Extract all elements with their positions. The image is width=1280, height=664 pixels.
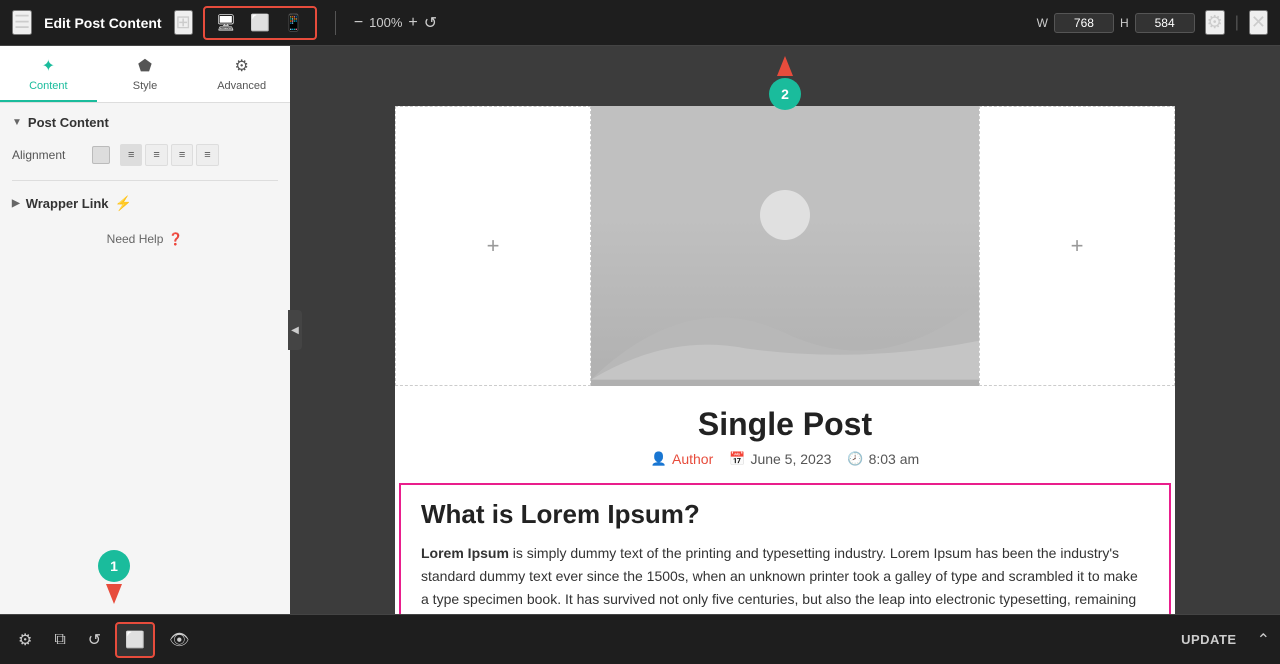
image-col-right[interactable]: + xyxy=(979,106,1175,386)
section-divider xyxy=(12,180,278,181)
post-body-title: What is Lorem Ipsum? xyxy=(421,485,1149,530)
close-button[interactable]: ✕ xyxy=(1249,10,1268,35)
history-button[interactable]: ↺ xyxy=(80,624,109,656)
divider xyxy=(335,11,336,35)
date-text: June 5, 2023 xyxy=(750,451,831,467)
sidebar-tabs: ✦ Content ⬟ Style ⚙ Advanced xyxy=(0,46,290,103)
image-col-main xyxy=(591,106,979,386)
desktop-view-button[interactable]: 🖥 xyxy=(211,11,241,35)
lorem-ipsum-bold: Lorem Ipsum xyxy=(421,545,509,561)
style-tab-label: Style xyxy=(133,80,157,92)
mobile-view-button[interactable]: 📱 xyxy=(279,11,309,35)
top-bar-right: W H ⚙ | ✕ xyxy=(1037,10,1268,35)
top-bar: ☰ Edit Post Content ⊞ 🖥 ⬜ 📱 − 100% + ↺ W… xyxy=(0,0,1280,46)
wrapper-link-label: Wrapper Link xyxy=(26,196,109,211)
align-justify-button[interactable]: ≡ xyxy=(196,144,218,166)
main-layout: ✦ Content ⬟ Style ⚙ Advanced ▼ Post Cont… xyxy=(0,46,1280,614)
wrapper-arrow-icon: ▶ xyxy=(12,198,20,209)
alignment-label: Alignment xyxy=(12,148,82,162)
dynamic-link-icon: ⚡ xyxy=(115,195,132,212)
zoom-out-button[interactable]: − xyxy=(354,14,363,32)
tab-advanced[interactable]: ⚙ Advanced xyxy=(193,46,290,102)
time-icon: 🕗 xyxy=(847,451,863,467)
dimensions-inputs: W H xyxy=(1037,13,1195,33)
post-content-section-header[interactable]: ▼ Post Content xyxy=(12,115,278,130)
advanced-tab-label: Advanced xyxy=(217,80,266,92)
grid-icon-button[interactable]: ⊞ xyxy=(174,10,193,35)
image-row: + + xyxy=(395,106,1175,386)
bottom-toolbar: ⚙ ⧉ ↺ ⬜ 👁 UPDATE ⌃ xyxy=(0,614,1280,664)
sidebar: ✦ Content ⬟ Style ⚙ Advanced ▼ Post Cont… xyxy=(0,46,290,614)
sidebar-content: ▼ Post Content Alignment ≡ ≡ ≡ ≡ ▶ Wrapp… xyxy=(0,103,290,614)
chevron-up-button[interactable]: ⌃ xyxy=(1257,630,1270,650)
eye-button[interactable]: 👁 xyxy=(161,624,197,656)
zoom-controls: − 100% + ↺ xyxy=(354,13,437,33)
width-input[interactable] xyxy=(1054,13,1114,33)
width-label: W xyxy=(1037,16,1048,30)
wrapper-link-row[interactable]: ▶ Wrapper Link ⚡ xyxy=(12,195,278,212)
undo-button[interactable]: ↺ xyxy=(424,13,437,33)
layers-button[interactable]: ⧉ xyxy=(46,625,73,655)
alignment-buttons: ≡ ≡ ≡ ≡ xyxy=(120,144,219,166)
device-switcher: 🖥 ⬜ 📱 xyxy=(203,6,317,40)
align-center-button[interactable]: ≡ xyxy=(145,144,167,166)
tab-content[interactable]: ✦ Content xyxy=(0,46,97,102)
style-tab-icon: ⬟ xyxy=(138,56,152,76)
post-title: Single Post xyxy=(395,386,1175,451)
content-tab-label: Content xyxy=(29,80,68,92)
author-icon: 👤 xyxy=(651,451,667,467)
annotation-2-circle: 2 xyxy=(769,78,801,110)
zoom-in-button[interactable]: + xyxy=(408,14,417,32)
settings-bottom-button[interactable]: ⚙ xyxy=(10,624,40,656)
alignment-row: Alignment ≡ ≡ ≡ ≡ xyxy=(12,144,278,166)
section-arrow-icon: ▼ xyxy=(12,117,22,128)
hamburger-button[interactable]: ☰ xyxy=(12,10,32,35)
post-body-text: Lorem Ipsum is simply dummy text of the … xyxy=(421,542,1149,614)
post-canvas: + + Single Post xyxy=(395,106,1175,614)
help-icon: ❓ xyxy=(168,232,183,246)
annotation-2-arrow-up xyxy=(777,56,793,76)
post-body: What is Lorem Ipsum? Lorem Ipsum is simp… xyxy=(399,483,1171,614)
post-body-rest: is simply dummy text of the printing and… xyxy=(421,545,1138,614)
divider-settings: | xyxy=(1235,14,1239,32)
collapse-handle[interactable]: ◀ xyxy=(288,310,302,350)
add-right-icon: + xyxy=(1071,233,1084,259)
time-text: 8:03 am xyxy=(869,451,920,467)
image-col-left[interactable]: + xyxy=(395,106,591,386)
advanced-tab-icon: ⚙ xyxy=(235,56,249,76)
settings-button[interactable]: ⚙ xyxy=(1205,10,1225,35)
content-tab-icon: ✦ xyxy=(42,56,55,76)
tab-style[interactable]: ⬟ Style xyxy=(97,46,194,102)
tablet-view-button[interactable]: ⬜ xyxy=(245,11,275,35)
post-meta: 👤 Author 📅 June 5, 2023 🕗 8:03 am xyxy=(395,451,1175,467)
meta-date: 📅 June 5, 2023 xyxy=(729,451,831,467)
meta-author: 👤 Author xyxy=(651,451,713,467)
height-label: H xyxy=(1120,16,1129,30)
add-left-icon: + xyxy=(487,233,500,259)
canvas-area: 2 + + xyxy=(290,46,1280,614)
alignment-icon xyxy=(92,146,110,164)
placeholder-image xyxy=(591,106,979,386)
editor-title: Edit Post Content xyxy=(44,15,161,31)
top-bar-left: ☰ Edit Post Content ⊞ xyxy=(12,10,193,35)
date-icon: 📅 xyxy=(729,451,745,467)
align-left-button[interactable]: ≡ xyxy=(120,144,142,166)
align-right-button[interactable]: ≡ xyxy=(171,144,193,166)
update-button[interactable]: UPDATE xyxy=(1167,626,1250,653)
responsive-button[interactable]: ⬜ xyxy=(115,622,155,658)
need-help-label: Need Help xyxy=(107,232,164,246)
post-content-label: Post Content xyxy=(28,115,109,130)
author-text: Author xyxy=(672,451,713,467)
mountain-svg xyxy=(591,218,979,386)
need-help[interactable]: Need Help ❓ xyxy=(12,232,278,246)
meta-time: 🕗 8:03 am xyxy=(847,451,919,467)
height-input[interactable] xyxy=(1135,13,1195,33)
zoom-level: 100% xyxy=(369,15,402,30)
annotation-2: 2 xyxy=(769,56,801,110)
